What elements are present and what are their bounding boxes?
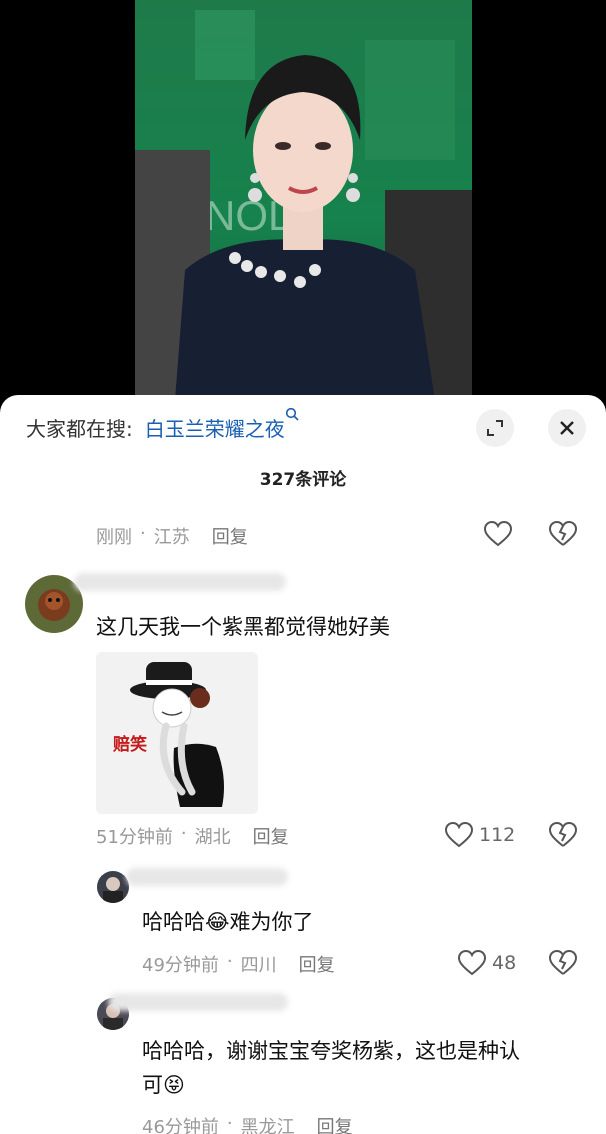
comment-text-line-1: 哈哈哈，谢谢宝宝夸奖杨紫，这也是种认 — [142, 1039, 520, 1063]
username-blurred[interactable] — [74, 573, 286, 591]
comment-sheet: 大家都在搜: 白玉兰荣耀之夜 327条评论 刚刚 · 江苏 回复 这几天我一个紫… — [0, 395, 606, 1134]
broken-heart-icon — [549, 521, 577, 546]
username-blurred[interactable] — [126, 868, 288, 886]
comment-time: 49分钟前 — [142, 955, 219, 976]
expand-icon — [487, 420, 503, 436]
heart-icon — [445, 822, 473, 848]
comment-meta: 49分钟前 · 四川 回复 — [142, 951, 335, 977]
dislike-button[interactable] — [549, 822, 577, 848]
dislike-button[interactable] — [549, 950, 577, 976]
dislike-button[interactable] — [549, 521, 577, 547]
comment-location: 江苏 — [153, 527, 190, 548]
search-icon — [285, 407, 299, 425]
avatar[interactable] — [97, 871, 129, 903]
comment-text: 这几天我一个紫黑都觉得她好美 — [96, 615, 390, 639]
meta-separator: · — [140, 523, 146, 544]
comment-location: 四川 — [240, 955, 277, 976]
reply-button[interactable]: 回复 — [317, 1113, 353, 1134]
like-button[interactable]: 48 — [458, 950, 516, 976]
meta-separator: · — [226, 1113, 233, 1134]
reply-button[interactable]: 回复 — [253, 823, 289, 849]
like-button[interactable]: 112 — [445, 822, 515, 848]
comment-text: 哈哈哈😂难为你了 — [142, 910, 314, 934]
comment-meta: 刚刚 · 江苏 回复 — [96, 523, 248, 549]
broken-heart-icon — [549, 950, 577, 975]
comment-time: 51分钟前 — [96, 827, 173, 848]
sticker-label: 赔笑 — [113, 735, 147, 755]
search-term-link[interactable]: 白玉兰荣耀之夜 — [145, 413, 285, 442]
video-photo: NOLI — [135, 10, 472, 400]
search-prefix: 大家都在搜: — [26, 417, 133, 441]
search-suggestion[interactable]: 大家都在搜: 白玉兰荣耀之夜 — [26, 407, 299, 442]
video-area[interactable]: NOLI — [0, 0, 606, 400]
like-count: 48 — [492, 952, 517, 974]
like-button[interactable] — [484, 521, 512, 547]
comment-time: 46分钟前 — [142, 1117, 219, 1134]
reply-button[interactable]: 回复 — [212, 523, 248, 549]
expand-button[interactable] — [476, 409, 514, 447]
broken-heart-icon — [549, 822, 577, 847]
username-blurred[interactable] — [108, 993, 288, 1011]
comment-location: 黑龙江 — [240, 1117, 295, 1134]
heart-icon — [458, 950, 486, 976]
close-icon — [560, 421, 574, 435]
video-frame: NOLI — [135, 0, 472, 400]
comment-time: 刚刚 — [96, 527, 132, 548]
avatar-image — [103, 877, 123, 903]
comment-text-line-2: 可😝 — [142, 1073, 185, 1097]
comments-count-title: 327条评论 — [259, 470, 347, 490]
comment-location: 湖北 — [194, 827, 231, 848]
reply-button[interactable]: 回复 — [299, 951, 335, 977]
close-button[interactable] — [548, 409, 586, 447]
comment-meta: 51分钟前 · 湖北 回复 — [96, 823, 289, 849]
comment-meta: 46分钟前 · 黑龙江 回复 — [142, 1113, 353, 1134]
meta-separator: · — [180, 823, 187, 844]
sticker-image[interactable]: 赔笑 — [96, 652, 258, 814]
heart-icon — [484, 521, 512, 547]
meta-separator: · — [226, 951, 233, 972]
like-count: 112 — [479, 824, 516, 846]
